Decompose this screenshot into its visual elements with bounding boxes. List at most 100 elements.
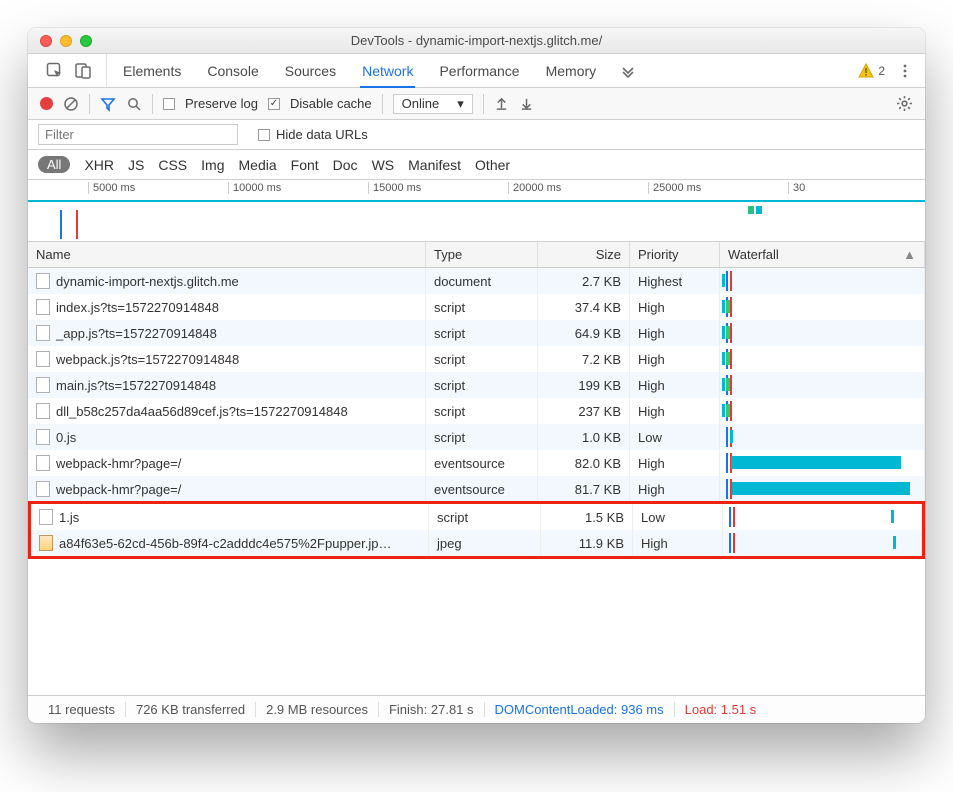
footer-load: Load: 1.51 s [675,702,767,717]
type-filter-other[interactable]: Other [475,157,510,173]
hide-data-urls-label: Hide data URLs [276,127,368,142]
col-size[interactable]: Size [538,242,630,267]
type-filter-font[interactable]: Font [291,157,319,173]
waterfall-cell [720,346,925,372]
waterfall-cell [720,320,925,346]
file-icon [36,403,50,419]
disable-cache-label: Disable cache [290,96,372,111]
request-type: eventsource [426,476,538,502]
tab-performance[interactable]: Performance [437,55,521,87]
request-priority: Low [630,424,720,450]
col-priority[interactable]: Priority [630,242,720,267]
request-type: script [426,320,538,346]
request-priority: Low [633,504,723,530]
tab-memory[interactable]: Memory [544,55,599,87]
file-icon [36,299,50,315]
request-name: webpack.js?ts=1572270914848 [56,352,239,367]
col-waterfall[interactable]: Waterfall ▲ [720,242,925,267]
request-type: script [426,372,538,398]
type-filter-all[interactable]: All [38,156,70,173]
warnings-badge[interactable]: 2 [858,63,885,79]
file-icon [39,509,53,525]
table-row[interactable]: webpack-hmr?page=/eventsource81.7 KBHigh [28,476,925,502]
table-row[interactable]: dynamic-import-nextjs.glitch.medocument2… [28,268,925,294]
waterfall-cell [720,476,925,502]
request-priority: High [630,398,720,424]
filter-input[interactable]: Filter [38,124,238,145]
table-row[interactable]: 1.jsscript1.5 KBLow [31,504,922,530]
table-row[interactable]: 0.jsscript1.0 KBLow [28,424,925,450]
request-priority: High [630,294,720,320]
tab-network[interactable]: Network [360,55,415,87]
device-toggle-icon[interactable] [74,62,92,80]
waterfall-cell [720,372,925,398]
request-type: script [429,504,541,530]
request-size: 237 KB [538,398,630,424]
tick-label: 20000 ms [508,182,648,194]
timeline-overview[interactable]: 5000 ms 10000 ms 15000 ms 20000 ms 25000… [28,180,925,242]
inspect-icon[interactable] [46,62,64,80]
clear-icon[interactable] [63,96,79,112]
tick-label: 25000 ms [648,182,788,194]
search-icon[interactable] [126,96,142,112]
type-filter-manifest[interactable]: Manifest [408,157,461,173]
download-har-icon[interactable] [519,96,534,111]
panel-tabs-row: Elements Console Sources Network Perform… [28,54,925,88]
table-row[interactable]: a84f63e5-62cd-456b-89f4-c2adddc4e575%2Fp… [31,530,922,556]
col-type[interactable]: Type [426,242,538,267]
waterfall-cell [720,424,925,450]
disable-cache-checkbox[interactable]: ✓ [268,98,280,110]
settings-icon[interactable] [896,95,913,112]
waterfall-cell [720,294,925,320]
tick-label: 30 [788,182,828,194]
request-name: main.js?ts=1572270914848 [56,378,216,393]
type-filter-js[interactable]: JS [128,157,144,173]
request-size: 1.0 KB [538,424,630,450]
more-tabs-icon[interactable] [620,63,636,79]
type-filter-media[interactable]: Media [239,157,277,173]
table-row[interactable]: main.js?ts=1572270914848script199 KBHigh [28,372,925,398]
request-name: webpack-hmr?page=/ [56,482,181,497]
table-row[interactable]: _app.js?ts=1572270914848script64.9 KBHig… [28,320,925,346]
request-type: eventsource [426,450,538,476]
tab-elements[interactable]: Elements [121,55,183,87]
request-type: script [426,424,538,450]
tab-console[interactable]: Console [205,55,260,87]
request-size: 82.0 KB [538,450,630,476]
preserve-log-checkbox[interactable] [163,98,175,110]
kebab-menu-icon[interactable] [897,63,913,79]
tick-label: 5000 ms [88,182,228,194]
record-button[interactable] [40,97,53,110]
request-priority: High [630,450,720,476]
filter-row: Filter Hide data URLs [28,120,925,150]
request-priority: Highest [630,268,720,294]
filter-icon[interactable] [100,96,116,112]
table-row[interactable]: dll_b58c257da4aa56d89cef.js?ts=157227091… [28,398,925,424]
footer-resources: 2.9 MB resources [256,702,379,717]
table-row[interactable]: webpack.js?ts=1572270914848script7.2 KBH… [28,346,925,372]
type-filter-css[interactable]: CSS [158,157,187,173]
col-name[interactable]: Name [28,242,426,267]
upload-har-icon[interactable] [494,96,509,111]
waterfall-cell [723,504,922,530]
type-filter-ws[interactable]: WS [372,157,395,173]
request-type: script [426,346,538,372]
table-row[interactable]: index.js?ts=1572270914848script37.4 KBHi… [28,294,925,320]
type-filter-xhr[interactable]: XHR [84,157,114,173]
request-type: script [426,294,538,320]
file-icon [36,481,50,497]
request-name: webpack-hmr?page=/ [56,456,181,471]
throttling-select[interactable]: Online ▾ [393,94,473,114]
type-filter-img[interactable]: Img [201,157,224,173]
request-priority: High [630,476,720,502]
tab-sources[interactable]: Sources [283,55,338,87]
request-size: 199 KB [538,372,630,398]
hide-data-urls-checkbox[interactable] [258,129,270,141]
file-icon [36,273,50,289]
tick-label: 15000 ms [368,182,508,194]
table-header: Name Type Size Priority Waterfall ▲ [28,242,925,268]
type-filter-doc[interactable]: Doc [333,157,358,173]
table-row[interactable]: webpack-hmr?page=/ eventsource82.0 KBHigh [28,450,925,476]
waterfall-cell [720,268,925,294]
file-icon [36,429,50,445]
